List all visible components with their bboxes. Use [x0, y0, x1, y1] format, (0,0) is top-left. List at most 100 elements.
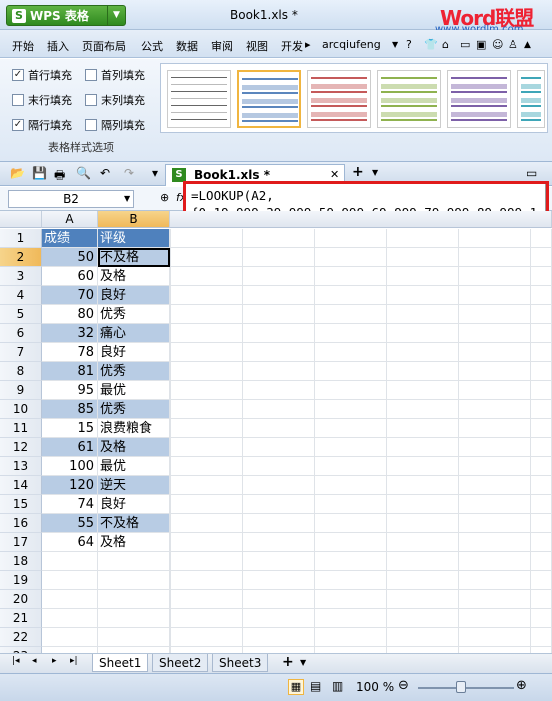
empty-cells[interactable] [170, 609, 552, 628]
empty-cells[interactable] [170, 248, 552, 267]
name-box[interactable]: B2 [8, 190, 134, 208]
select-all-corner[interactable] [0, 211, 42, 228]
page-break-view-icon[interactable]: ▥ [332, 679, 343, 693]
row-header[interactable]: 12 [0, 438, 42, 457]
row-header[interactable]: 4 [0, 286, 42, 305]
checkbox-icon[interactable] [85, 94, 97, 106]
empty-cells[interactable] [170, 267, 552, 286]
row-header[interactable]: 17 [0, 533, 42, 552]
window-icon[interactable]: ▭ [460, 38, 470, 51]
option-last-row-fill[interactable]: 末行填充 [12, 92, 72, 108]
zoom-slider-handle[interactable] [456, 681, 466, 693]
cell-b[interactable] [98, 571, 170, 590]
shirt-icon[interactable]: 👕 [424, 38, 438, 51]
menu-home[interactable]: 开始 [12, 38, 34, 54]
new-tab-button[interactable]: + [352, 164, 364, 180]
empty-cells[interactable] [170, 495, 552, 514]
cell-b[interactable]: 良好 [98, 343, 170, 362]
cell-b[interactable]: 及格 [98, 438, 170, 457]
option-banded-rows[interactable]: ✓ 隔行填充 [12, 117, 72, 133]
checkbox-checked-icon[interactable]: ✓ [12, 119, 24, 131]
chevron-right-icon[interactable]: ▸ [305, 38, 311, 51]
row-header[interactable]: 8 [0, 362, 42, 381]
row-header[interactable]: 5 [0, 305, 42, 324]
checkbox-checked-icon[interactable]: ✓ [12, 69, 24, 81]
normal-view-icon[interactable]: ▦ [288, 679, 304, 695]
empty-cells[interactable] [170, 590, 552, 609]
row-header[interactable]: 18 [0, 552, 42, 571]
page-layout-view-icon[interactable]: ▤ [310, 679, 321, 693]
prev-sheet-icon[interactable]: ◂ [32, 656, 37, 666]
row-header[interactable]: 3 [0, 267, 42, 286]
print-icon[interactable]: 🖶 [54, 166, 65, 187]
empty-cells[interactable] [170, 628, 552, 647]
cell-b[interactable] [98, 590, 170, 609]
option-first-row-fill[interactable]: ✓ 首行填充 [12, 67, 72, 83]
empty-cells[interactable] [170, 457, 552, 476]
cell-b[interactable]: 最优 [98, 381, 170, 400]
empty-cells[interactable] [170, 305, 552, 324]
sheet-tab-3[interactable]: Sheet3 [212, 654, 269, 672]
empty-cells[interactable] [170, 400, 552, 419]
cell-b[interactable]: 及格 [98, 267, 170, 286]
undo-icon[interactable]: ↶ [100, 166, 110, 180]
empty-cells[interactable] [170, 381, 552, 400]
cell-a[interactable] [42, 571, 98, 590]
close-icon[interactable]: ✕ [330, 168, 339, 181]
column-header-a[interactable]: A [42, 211, 98, 228]
cell-a[interactable]: 61 [42, 438, 98, 457]
cell-b[interactable]: 良好 [98, 495, 170, 514]
cell-a[interactable]: 55 [42, 514, 98, 533]
cell-b[interactable]: 及格 [98, 533, 170, 552]
cell-a[interactable]: 100 [42, 457, 98, 476]
row-header[interactable]: 6 [0, 324, 42, 343]
table-style-swatch[interactable] [517, 70, 545, 128]
zoom-out-icon[interactable]: ⊖ [398, 678, 409, 693]
home-icon[interactable]: ⌂ [442, 38, 449, 51]
option-first-col-fill[interactable]: 首列填充 [85, 67, 145, 83]
row-header[interactable]: 13 [0, 457, 42, 476]
chevron-down-icon[interactable]: ▼ [124, 194, 130, 203]
cell-a[interactable]: 80 [42, 305, 98, 324]
option-last-col-fill[interactable]: 末列填充 [85, 92, 145, 108]
empty-cells[interactable] [170, 533, 552, 552]
sheet-tab-2[interactable]: Sheet2 [152, 654, 209, 672]
checkbox-icon[interactable] [85, 119, 97, 131]
chevron-up-icon[interactable]: ▲ [524, 40, 531, 50]
redo-icon[interactable]: ↷ [124, 166, 134, 180]
menu-developer[interactable]: 开发 [281, 38, 303, 54]
table-style-swatch[interactable] [307, 70, 371, 128]
cell-b[interactable]: 优秀 [98, 362, 170, 381]
checkbox-icon[interactable] [12, 94, 24, 106]
option-banded-cols[interactable]: 隔列填充 [85, 117, 145, 133]
row-header[interactable]: 16 [0, 514, 42, 533]
face-icon[interactable]: ☺ [492, 38, 503, 51]
menu-formulas[interactable]: 公式 [141, 38, 163, 54]
menu-view[interactable]: 视图 [246, 38, 268, 54]
cell-a[interactable]: 60 [42, 267, 98, 286]
row-header[interactable]: 21 [0, 609, 42, 628]
row-header[interactable]: 11 [0, 419, 42, 438]
chevron-down-icon[interactable]: ▼ [372, 168, 378, 177]
app-menu-button[interactable]: S WPS 表格 ▼ [6, 5, 126, 26]
empty-cells[interactable] [170, 438, 552, 457]
column-header-b[interactable]: B [98, 211, 170, 228]
cell-a[interactable]: 85 [42, 400, 98, 419]
table-style-swatch[interactable] [237, 70, 301, 128]
cell-a[interactable]: 70 [42, 286, 98, 305]
sheet-tab-1[interactable]: Sheet1 [92, 654, 149, 672]
empty-cells[interactable] [170, 514, 552, 533]
cell-b[interactable] [98, 609, 170, 628]
empty-cells[interactable] [170, 343, 552, 362]
empty-cells[interactable] [170, 229, 552, 248]
row-header[interactable]: 20 [0, 590, 42, 609]
person-icon[interactable]: ♙ [508, 38, 518, 51]
add-sheet-button[interactable]: + [282, 654, 294, 670]
cell-a[interactable]: 81 [42, 362, 98, 381]
last-sheet-icon[interactable]: ▸| [70, 656, 78, 666]
cell-a[interactable] [42, 552, 98, 571]
print-preview-icon[interactable]: 🔍 [76, 166, 91, 180]
cell-a[interactable] [42, 609, 98, 628]
first-sheet-icon[interactable]: |◂ [12, 656, 20, 666]
menu-insert[interactable]: 插入 [47, 38, 69, 54]
